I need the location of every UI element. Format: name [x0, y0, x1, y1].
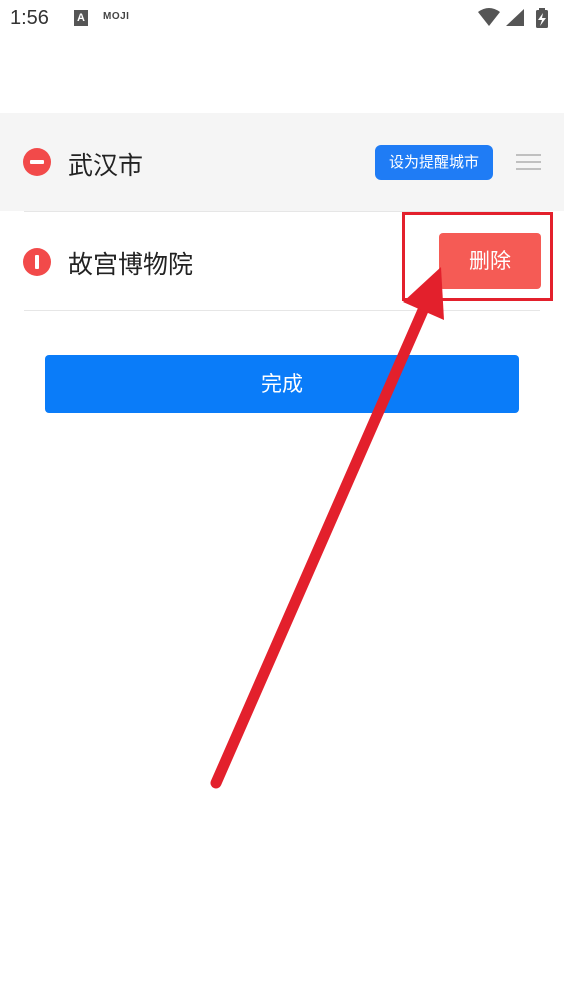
- set-reminder-city-button[interactable]: 设为提醒城市: [375, 145, 493, 180]
- drag-handle-icon[interactable]: [516, 154, 541, 170]
- city-name: 故宫博物院: [68, 250, 194, 279]
- divider: [24, 310, 540, 311]
- wifi-icon: [478, 8, 500, 26]
- notification-moji-icon: MOJI: [103, 11, 130, 22]
- annotation-highlight-box: [402, 212, 553, 301]
- status-time: 1:56: [10, 7, 49, 29]
- remove-minus-rotated-icon[interactable]: [23, 248, 51, 276]
- status-bar: 1:56 A MOJI: [0, 0, 564, 38]
- done-button[interactable]: 完成: [45, 355, 519, 413]
- remove-minus-icon[interactable]: [23, 148, 51, 176]
- battery-charging-icon: [536, 8, 548, 28]
- signal-icon: [506, 9, 524, 26]
- city-name: 武汉市: [68, 151, 144, 180]
- status-icons: [478, 8, 548, 28]
- notification-a-icon: A: [74, 10, 88, 26]
